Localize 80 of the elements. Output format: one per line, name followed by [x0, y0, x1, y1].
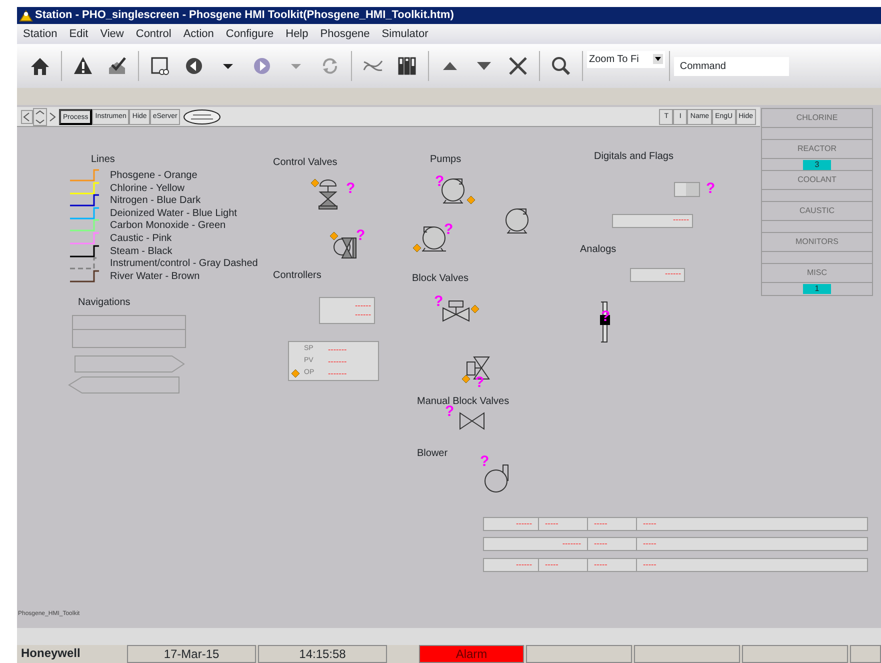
legend-label: Caustic - Pink — [110, 232, 172, 246]
value-chip: 1 — [803, 284, 831, 294]
unknown-status-mark: ? — [480, 455, 490, 469]
menu-item[interactable]: Edit — [63, 22, 94, 46]
section-label: Digitals and Flags — [594, 150, 674, 164]
legend-label: Instrument/control - Gray Dashed — [110, 257, 258, 272]
search-icon[interactable] — [551, 56, 571, 76]
value-cell-text: ----- — [642, 518, 658, 530]
legend-label: Deionized Water - Blue Light — [110, 206, 237, 220]
faceplate-value: ------- — [328, 368, 347, 378]
page-link-icon[interactable] — [150, 56, 170, 76]
unknown-status-mark: ? — [445, 405, 454, 419]
section-label: Controllers — [273, 269, 322, 283]
value-cell: ----- — [588, 559, 637, 571]
faceplate-value: ------- — [328, 356, 347, 366]
value-cell: ------- — [484, 538, 588, 550]
unknown-status-mark: ? — [444, 223, 454, 237]
time-field: 14:15:58 — [258, 645, 387, 663]
value-cell: ----- — [539, 518, 588, 530]
window-title: Station - PHO_singlescreen - Phosgene HMI Toolkit(Phosgene_HMI_Toolkit.htm) — [35, 8, 454, 23]
faceplate-value: ------- — [328, 344, 347, 354]
section-label: Block Valves — [412, 272, 469, 286]
unknown-status-mark: ? — [706, 182, 716, 196]
value-cell: ------ — [484, 559, 539, 571]
value-cell-text: ----- — [642, 538, 658, 550]
menu-item[interactable]: Control — [130, 22, 178, 46]
dropdown-arrow-icon[interactable] — [652, 54, 663, 64]
logo-icon — [183, 108, 222, 124]
warning-icon[interactable] — [73, 56, 93, 76]
menu-item[interactable]: Action — [177, 22, 220, 46]
value-cell: ----- — [588, 538, 637, 550]
menu-item[interactable]: Phosgene — [314, 22, 376, 46]
status-cell — [850, 645, 881, 663]
back-icon[interactable] — [184, 56, 204, 76]
section-label: Control Valves — [273, 156, 338, 170]
unknown-status-mark: ? — [434, 295, 444, 309]
acknowledge-icon[interactable] — [107, 56, 127, 76]
legend-label: River Water - Brown — [110, 270, 200, 284]
value-cell: ----- — [539, 559, 588, 571]
value-cell: ----- — [588, 518, 637, 530]
section-label: Manual Block Valves — [417, 395, 510, 407]
bars-icon[interactable] — [397, 56, 417, 76]
menu-item[interactable]: Station — [17, 22, 64, 46]
home-icon[interactable] — [30, 56, 50, 76]
section-label: Analogs — [580, 243, 616, 257]
unknown-status-mark: ? — [475, 376, 484, 390]
value-text: ------ — [665, 269, 681, 280]
close-icon[interactable] — [508, 56, 528, 76]
value-text: ------ — [355, 301, 371, 310]
section-label: Blower — [417, 447, 448, 461]
value-text: ------ — [355, 310, 371, 319]
section-label: Lines — [91, 153, 115, 167]
unknown-status-mark: ? — [356, 229, 366, 243]
legend-label: Steam - Black — [110, 244, 172, 258]
value-cell: ------ — [484, 518, 539, 530]
zoom-dropdown[interactable]: Zoom To Fi — [587, 50, 665, 68]
section-label: Navigations — [78, 296, 130, 310]
refresh-icon[interactable] — [320, 56, 340, 76]
back-nav-icon[interactable] — [21, 110, 33, 124]
legend-label: Nitrogen - Blue Dark — [110, 194, 201, 208]
menu-item[interactable]: View — [94, 22, 130, 46]
menu-item[interactable]: Help — [280, 22, 314, 46]
legend-label: Phosgene - Orange — [110, 169, 198, 183]
value-text: ------ — [673, 215, 689, 226]
value-chip: 3 — [803, 160, 831, 170]
legend-label: Chlorine - Yellow — [110, 182, 184, 196]
flag-toggle[interactable] — [674, 182, 700, 197]
legend-label: Carbon Monoxide - Green — [110, 219, 226, 234]
section-label: Pumps — [430, 153, 462, 167]
command-field[interactable]: Command — [674, 56, 789, 76]
menu-item[interactable]: Simulator — [376, 22, 434, 46]
forward-icon[interactable] — [252, 56, 272, 76]
up-down-nav-icon[interactable] — [33, 108, 47, 126]
value-cell-text: ----- — [642, 559, 658, 571]
menu-item[interactable]: Configure — [220, 22, 280, 46]
unknown-status-mark: ? — [346, 182, 356, 196]
station-icon — [19, 10, 33, 22]
date-field: 17-Mar-15 — [127, 645, 256, 663]
brand-label: Honeywell — [20, 645, 82, 662]
unknown-status-mark: ? — [435, 175, 444, 189]
